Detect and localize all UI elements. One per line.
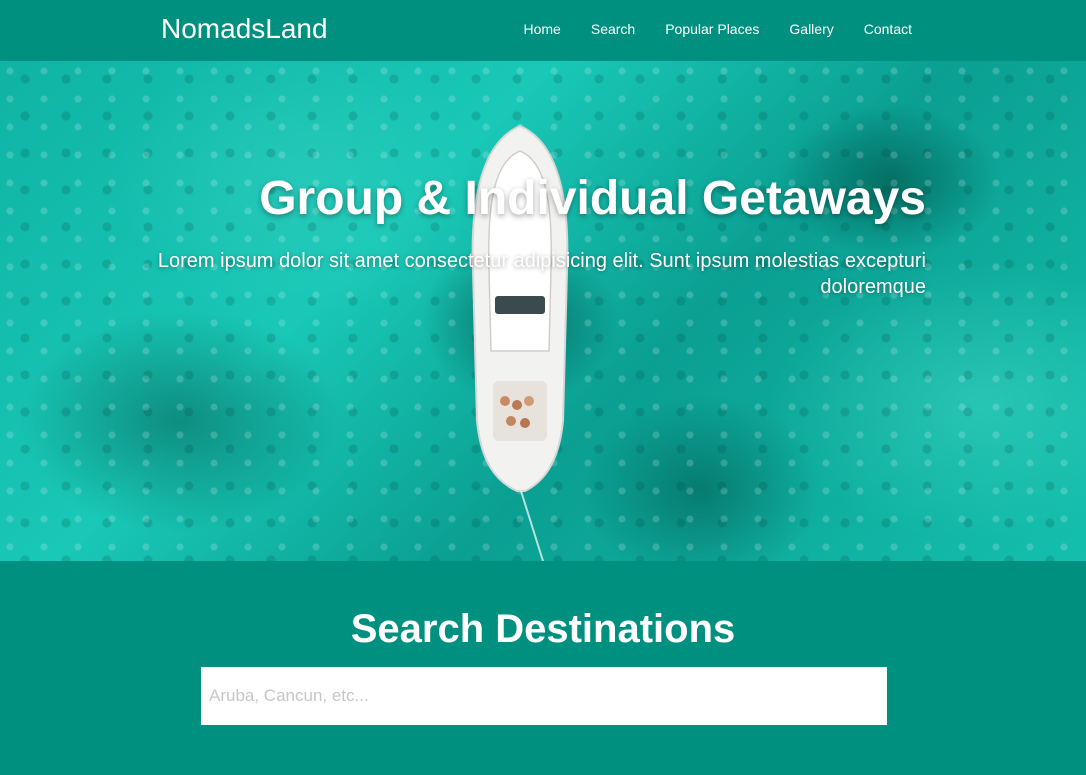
search-section: Search Destinations — [0, 561, 1086, 775]
nav-link-gallery[interactable]: Gallery — [789, 19, 833, 39]
top-nav: NomadsLand Home Search Popular Places Ga… — [0, 0, 1086, 61]
hero-title: Group & Individual Getaways — [259, 172, 926, 225]
nav-link-home[interactable]: Home — [524, 19, 561, 39]
nav-link-popular-places[interactable]: Popular Places — [665, 19, 759, 39]
brand-logo[interactable]: NomadsLand — [161, 11, 328, 47]
nav-link-contact[interactable]: Contact — [864, 19, 912, 39]
nav-link-search[interactable]: Search — [591, 19, 635, 39]
hero-banner: Group & Individual Getaways Lorem ipsum … — [0, 61, 1086, 561]
hero-subtitle: Lorem ipsum dolor sit amet consectetur a… — [157, 250, 926, 298]
destination-search-input[interactable] — [201, 667, 887, 725]
search-title: Search Destinations — [350, 607, 736, 651]
nav-links: Home Search Popular Places Gallery Conta… — [524, 19, 913, 39]
